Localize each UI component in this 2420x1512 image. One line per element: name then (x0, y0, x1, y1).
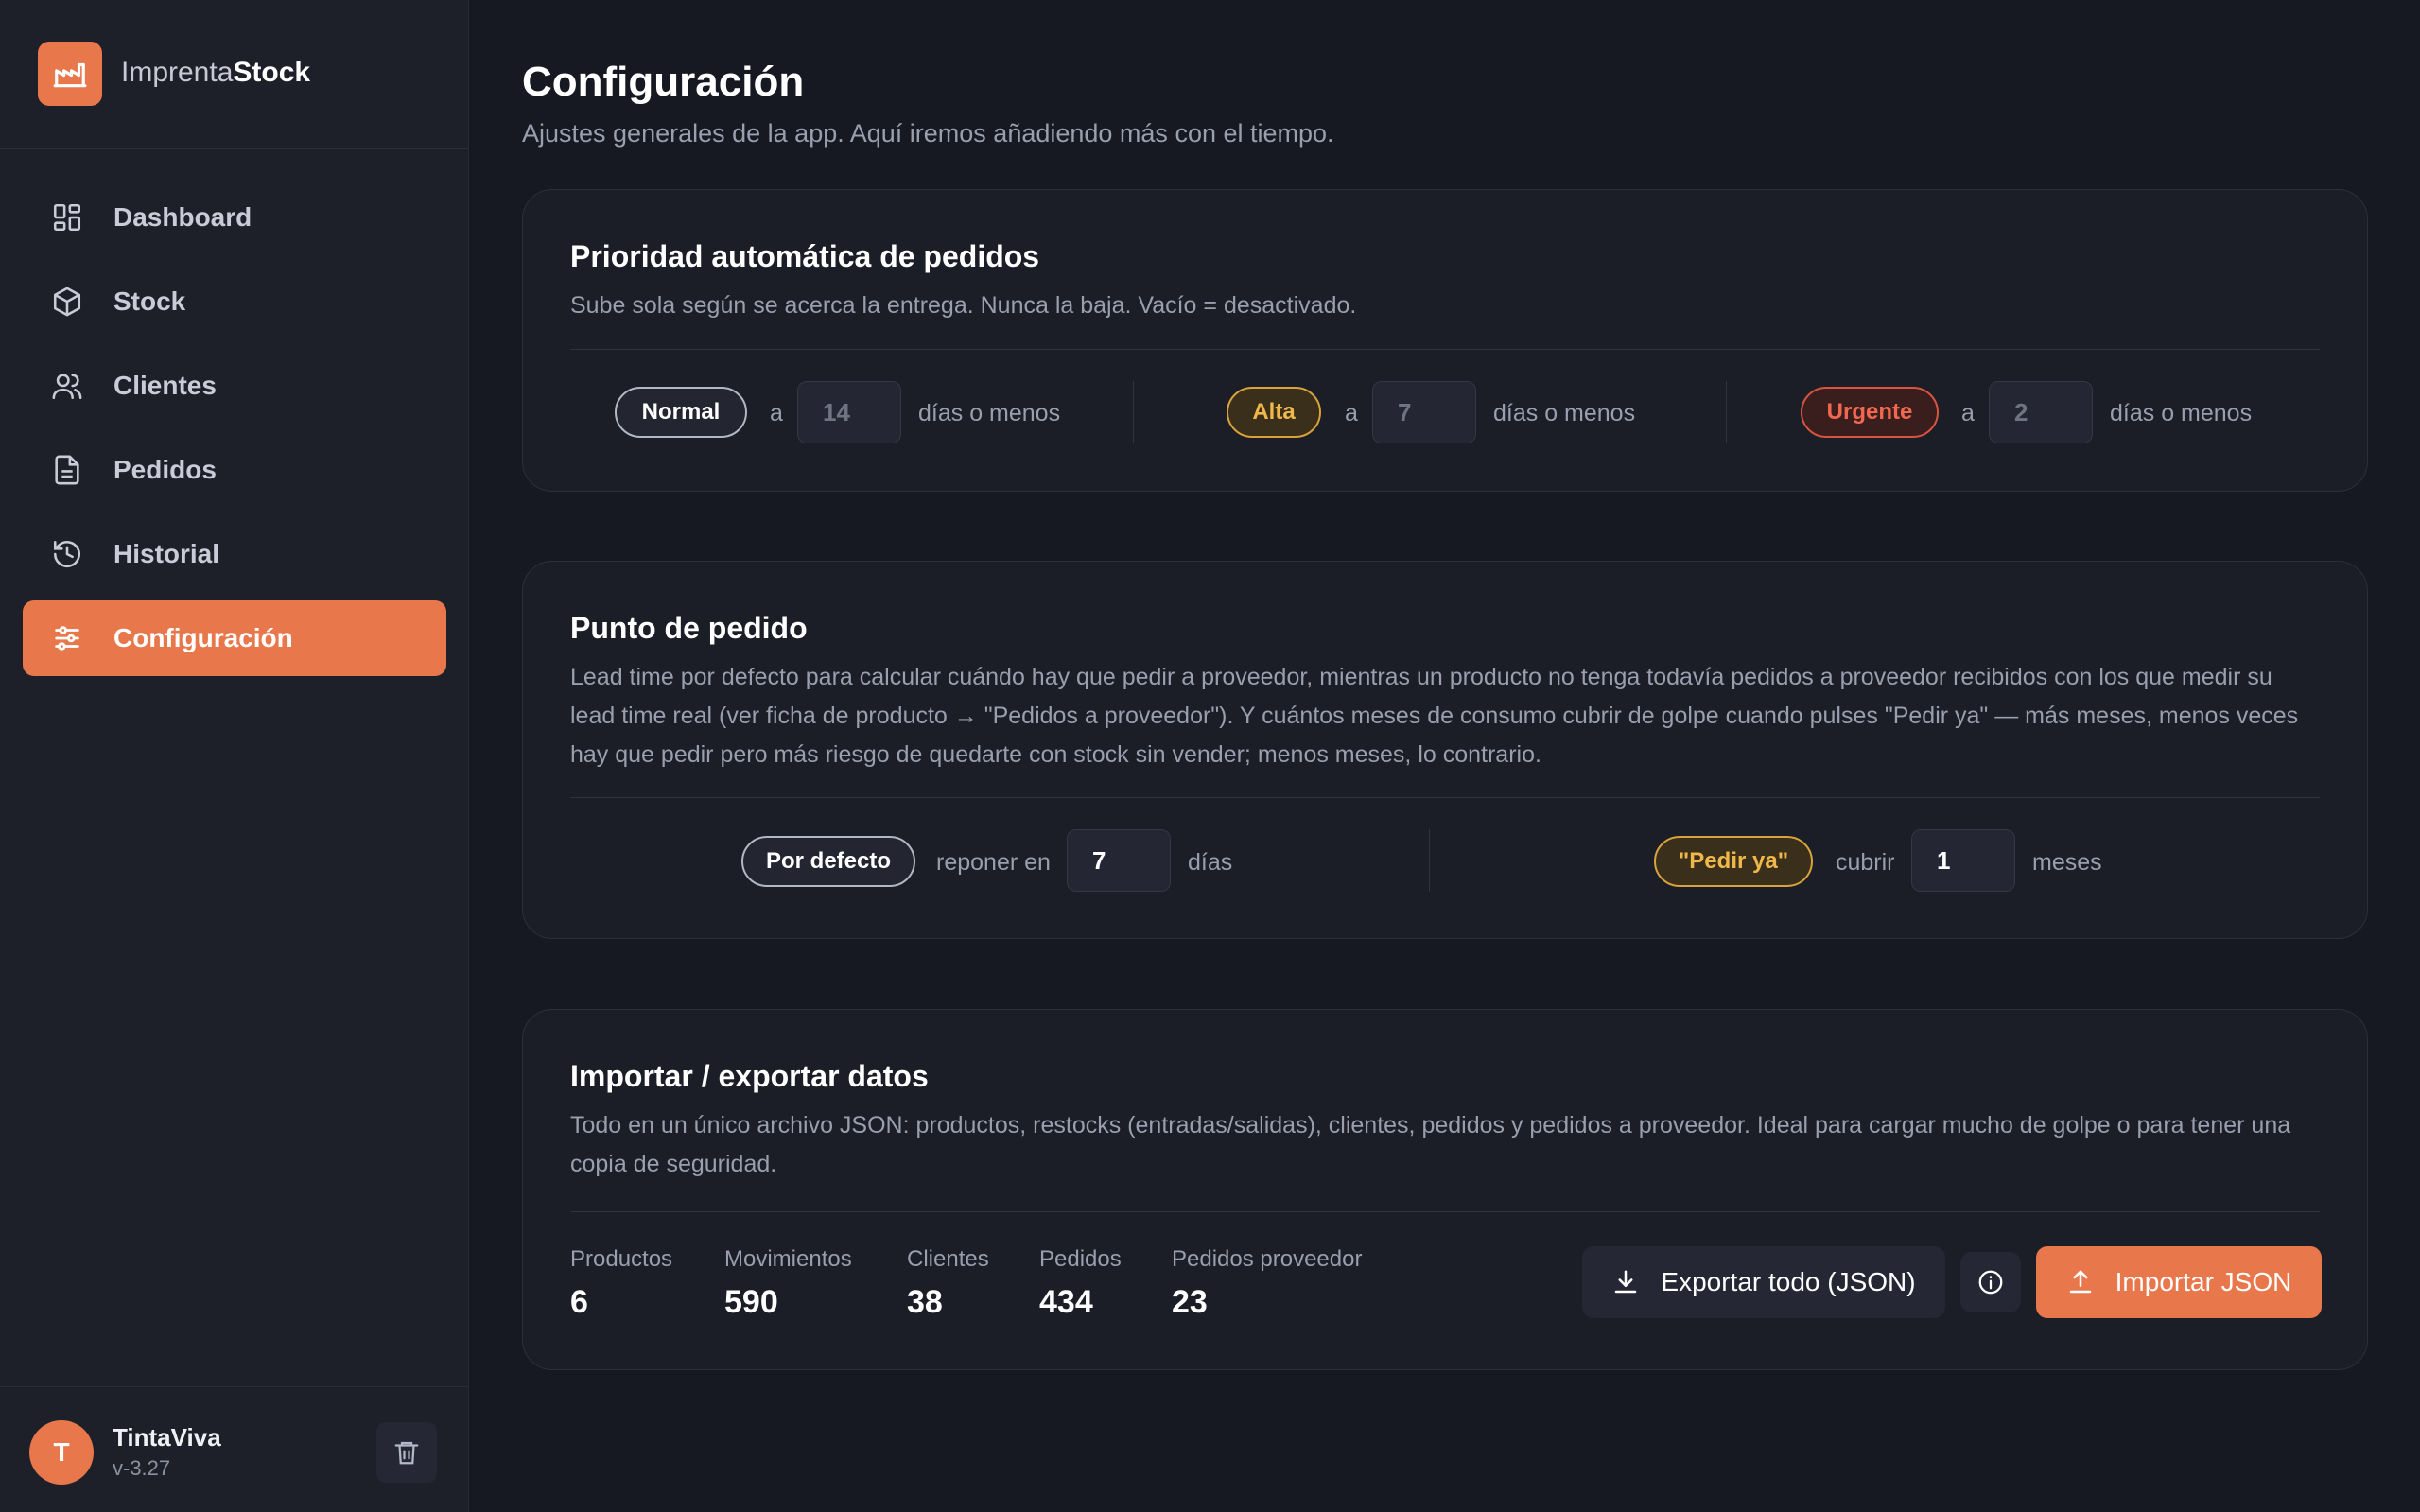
stat-pedidos-label: Pedidos (1039, 1246, 1122, 1272)
sidebar-item-label: Configuración (113, 623, 293, 652)
download-icon (1615, 1270, 1637, 1294)
stat-clientes-label: Clientes (907, 1246, 989, 1272)
brand-name: ImprentaStock (121, 57, 310, 89)
history-icon (53, 540, 81, 568)
stat-clientes-value: 38 (907, 1284, 943, 1320)
connector-label: a (1961, 400, 1975, 426)
normal-days-input[interactable]: 14 (797, 381, 901, 443)
page-title: Configuración (522, 59, 805, 105)
sidebar-item-pedidos[interactable]: Pedidos (23, 432, 446, 508)
app-version: v-3.27 (113, 1456, 171, 1480)
sidebar-item-label: Pedidos (113, 455, 217, 484)
days-suffix-label: días o menos (918, 400, 1061, 426)
avatar: T (29, 1420, 94, 1485)
stat-pedidos-proveedor-value: 23 (1172, 1284, 1208, 1320)
sidebar-footer: T TintaViva v-3.27 (0, 1386, 469, 1512)
info-button[interactable] (1960, 1252, 2021, 1312)
export-json-button[interactable]: Exportar todo (JSON) (1582, 1246, 1945, 1318)
sidebar-item-label: Clientes (113, 371, 217, 400)
reorder-title: Punto de pedido (570, 611, 808, 645)
delete-button[interactable] (376, 1422, 437, 1483)
page-subtitle: Ajustes generales de la app. Aquí iremos… (522, 119, 1334, 148)
data-io-card: Importar / exportar datos Todo en un úni… (522, 1009, 2368, 1370)
priority-card: Prioridad automática de pedidos Sube sol… (522, 189, 2368, 492)
priority-urgente-badge: Urgente (1801, 387, 1939, 438)
connector-label: a (770, 400, 783, 426)
divider (1133, 381, 1134, 443)
restock-label: reponer en (936, 849, 1051, 876)
priority-alta-badge: Alta (1227, 387, 1321, 438)
brand-name-bold: Stock (233, 57, 311, 88)
trash-icon (394, 1441, 419, 1465)
alta-days-input[interactable]: 7 (1372, 381, 1476, 443)
priority-title: Prioridad automática de pedidos (570, 239, 1040, 273)
info-icon (1978, 1270, 2003, 1295)
sidebar-nav: Dashboard Stock Clientes Pedidos Histori… (23, 180, 446, 685)
sidebar-item-label: Dashboard (113, 202, 252, 232)
sliders-icon (55, 626, 79, 651)
sidebar-item-configuracion[interactable]: Configuración (23, 600, 446, 676)
box-icon (53, 287, 81, 317)
users-icon (52, 374, 82, 400)
stat-movimientos-label: Movimientos (724, 1246, 852, 1272)
stat-movimientos-value: 590 (724, 1284, 778, 1320)
sidebar-item-label: Historial (113, 539, 220, 568)
stat-productos-value: 6 (570, 1284, 588, 1320)
import-json-label: Importar JSON (2115, 1267, 2292, 1296)
days-unit-label: días (1188, 849, 1233, 876)
pedir-ya-badge: "Pedir ya" (1654, 836, 1813, 887)
stat-productos-label: Productos (570, 1246, 673, 1272)
priority-normal-badge: Normal (615, 387, 747, 438)
reorder-description: Lead time por defecto para calcular cuán… (570, 664, 2299, 768)
connector-label: a (1345, 400, 1358, 426)
sidebar-item-label: Stock (113, 287, 186, 316)
sidebar-item-clientes[interactable]: Clientes (23, 348, 446, 424)
divider (1726, 381, 1727, 443)
sidebar: ImprentaStock Dashboard Stock Clientes P… (0, 0, 469, 1512)
reorder-card: Punto de pedido Lead time por defecto pa… (522, 561, 2368, 939)
sidebar-item-historial[interactable]: Historial (23, 516, 446, 592)
priority-description: Sube sola según se acerca la entrega. Nu… (570, 292, 1357, 319)
months-unit-label: meses (2032, 849, 2102, 876)
brand: ImprentaStock (0, 0, 469, 149)
default-badge: Por defecto (741, 836, 915, 887)
workspace-name: TintaViva (113, 1423, 221, 1451)
sidebar-item-stock[interactable]: Stock (23, 264, 446, 339)
urgente-days-input[interactable]: 2 (1989, 381, 2093, 443)
divider (1429, 829, 1430, 892)
cover-months-input[interactable]: 1 (1911, 829, 2015, 892)
dashboard-icon (53, 203, 81, 232)
data-io-description: Todo en un único archivo JSON: productos… (570, 1112, 2291, 1177)
export-json-label: Exportar todo (JSON) (1661, 1267, 1916, 1296)
divider (570, 797, 2320, 798)
upload-icon (2069, 1270, 2091, 1294)
sidebar-item-dashboard[interactable]: Dashboard (23, 180, 446, 255)
stat-pedidos-value: 434 (1039, 1284, 1093, 1320)
factory-icon (38, 42, 102, 106)
document-icon (55, 455, 79, 485)
divider (570, 349, 2320, 350)
stat-pedidos-proveedor-label: Pedidos proveedor (1172, 1246, 1363, 1272)
import-json-button[interactable]: Importar JSON (2036, 1246, 2322, 1318)
cover-label: cubrir (1836, 849, 1895, 876)
days-suffix-label: días o menos (2110, 400, 2253, 426)
days-suffix-label: días o menos (1493, 400, 1636, 426)
brand-name-regular: Imprenta (121, 57, 234, 88)
lead-time-days-input[interactable]: 7 (1067, 829, 1171, 892)
divider (570, 1211, 2320, 1212)
data-io-title: Importar / exportar datos (570, 1059, 929, 1093)
